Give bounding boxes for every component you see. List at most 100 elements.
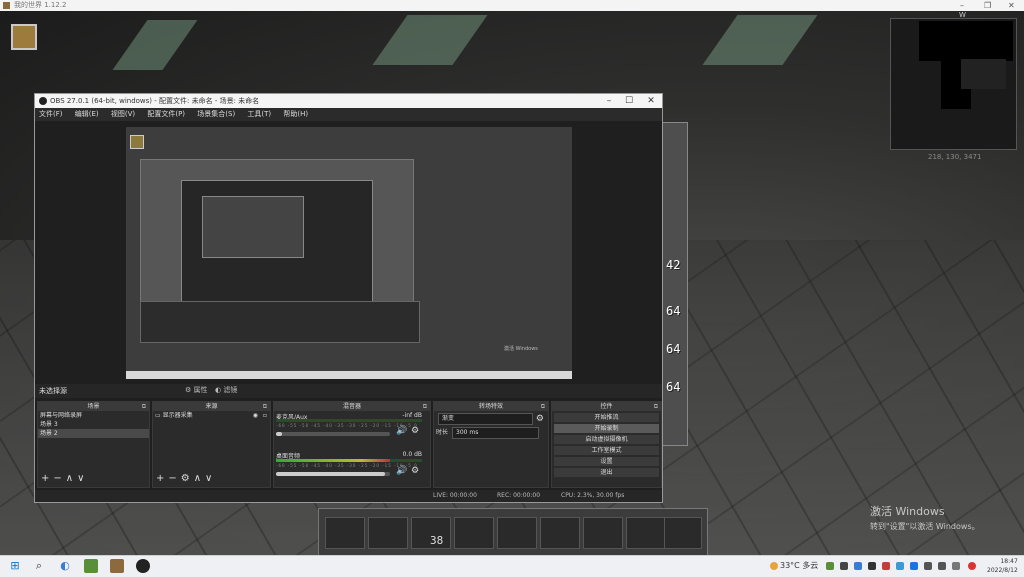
minimize-icon[interactable]: –: [599, 94, 619, 108]
properties-button[interactable]: ⚙ 属性: [181, 385, 212, 396]
scene-toolbar[interactable]: +−∧∨: [41, 473, 88, 484]
volume-icon[interactable]: [938, 562, 946, 570]
transition-select[interactable]: 渐变: [438, 413, 533, 425]
obs-status-bar: LIVE: 00:00:00 REC: 00:00:00 CPU: 2.3%, …: [35, 490, 662, 502]
volume-slider[interactable]: [276, 472, 390, 476]
slot-count: 64: [666, 380, 681, 394]
side-inventory: [662, 122, 688, 446]
menu-edit[interactable]: 编辑(E): [75, 110, 99, 118]
volume-slider[interactable]: [276, 432, 390, 436]
tray-app-icon[interactable]: [910, 562, 918, 570]
no-source-label: 未选择源: [39, 387, 67, 395]
sources-title: 来源: [205, 403, 218, 410]
clock-date: 2022/8/12: [987, 567, 1018, 574]
gear-icon[interactable]: ⚙: [411, 426, 419, 436]
game-light: [702, 15, 818, 65]
menu-scene-collection[interactable]: 场景集合(S): [197, 110, 235, 118]
source-toolbar[interactable]: +−⚙∧∨: [156, 473, 216, 484]
close-icon[interactable]: ✕: [1008, 0, 1015, 11]
menu-view[interactable]: 视图(V): [111, 110, 135, 118]
track-db: -inf dB: [402, 412, 422, 419]
maximize-icon[interactable]: ☐: [619, 94, 639, 108]
scenes-dock: 场景 ⧉ 屏幕与网络录屏 场景 3 场景 2 +−∧∨: [37, 401, 150, 488]
search-icon[interactable]: ⌕: [32, 559, 46, 573]
scene-item[interactable]: 屏幕与网络录屏: [38, 411, 149, 420]
live-timer: LIVE: 00:00:00: [433, 492, 477, 499]
wifi-icon[interactable]: [924, 562, 932, 570]
start-streaming-button[interactable]: 开始推流: [554, 413, 659, 422]
dock-settings-icon[interactable]: ⧉: [263, 402, 267, 411]
nested-obs-docks: [140, 301, 420, 343]
minecraft-game-icon[interactable]: [110, 559, 124, 573]
level-meter: [276, 419, 422, 422]
minimize-icon[interactable]: –: [960, 0, 964, 11]
lock-icon[interactable]: ▫: [263, 411, 267, 420]
compass-west: W: [959, 11, 966, 19]
visibility-eye-icon[interactable]: ◉: [253, 411, 258, 420]
dock-settings-icon[interactable]: ⧉: [423, 402, 427, 411]
clock[interactable]: 18:47 2022/8/12: [987, 557, 1018, 575]
activate-title: 激活 Windows: [870, 505, 945, 518]
windows-start-icon[interactable]: ⊞: [8, 559, 22, 573]
gear-icon[interactable]: ⚙: [536, 413, 544, 425]
game-light: [372, 15, 488, 65]
bluetooth-icon[interactable]: [896, 562, 904, 570]
microphone-icon[interactable]: [868, 562, 876, 570]
mixer-title: 混音器: [342, 403, 361, 410]
duration-input[interactable]: 300 ms: [452, 427, 539, 439]
menu-profile[interactable]: 配置文件(P): [147, 110, 185, 118]
game-titlebar: 我的世界 1.12.2 – ❐ ✕: [0, 0, 1024, 11]
monitor-icon: ▭: [155, 412, 163, 419]
speaker-icon[interactable]: 🔊: [396, 426, 407, 436]
obs-menubar: 文件(F) 编辑(E) 视图(V) 配置文件(P) 场景集合(S) 工具(T) …: [35, 108, 662, 121]
weather-icon[interactable]: [770, 562, 778, 570]
obs-logo-icon: [39, 97, 47, 105]
minimap: W: [890, 11, 1017, 150]
slot-count: 64: [666, 342, 681, 356]
menu-help[interactable]: 帮助(H): [283, 110, 308, 118]
scene-item[interactable]: 场景 3: [38, 420, 149, 429]
start-virtual-camera-button[interactable]: 启动虚拟摄像机: [554, 435, 659, 444]
obs-taskbar-icon[interactable]: [136, 559, 150, 573]
rec-timer: REC: 00:00:00: [497, 492, 541, 499]
menu-file[interactable]: 文件(F): [39, 110, 63, 118]
speaker-icon[interactable]: 🔊: [396, 466, 407, 476]
dock-settings-icon[interactable]: ⧉: [654, 402, 658, 411]
edge-icon[interactable]: ◐: [58, 559, 72, 573]
controls-title: 控件: [600, 403, 613, 410]
sources-dock: 来源 ⧉ ▭ 显示器采集 ◉ ▫ +−⚙∧∨: [152, 401, 271, 488]
menu-tools[interactable]: 工具(T): [247, 110, 271, 118]
tray-minecraft-icon[interactable]: [826, 562, 834, 570]
source-item[interactable]: ▭ 显示器采集 ◉ ▫: [153, 411, 270, 420]
hotbar-count: 38: [430, 534, 444, 547]
level-meter: [276, 459, 422, 462]
gear-icon[interactable]: ⚙: [411, 466, 419, 476]
preview-canvas[interactable]: 激活 Windows: [126, 127, 572, 379]
mixer-track-desktop: 桌面音频 0.0 dB -60 -55 -50 -45 -40 -35 -30 …: [274, 451, 430, 491]
exit-button[interactable]: 退出: [554, 468, 659, 477]
transitions-title: 转场特效: [478, 403, 503, 410]
tray-app-icon[interactable]: [968, 562, 976, 570]
dock-settings-icon[interactable]: ⧉: [541, 402, 545, 411]
studio-mode-button[interactable]: 工作室模式: [554, 446, 659, 455]
tray-app-icon[interactable]: [882, 562, 890, 570]
start-recording-button[interactable]: 开始录制: [554, 424, 659, 433]
slot-count: 42: [666, 258, 681, 272]
language-icon[interactable]: [952, 562, 960, 570]
scene-item-selected[interactable]: 场景 2: [38, 429, 149, 438]
filters-button[interactable]: ◐ 滤镜: [211, 385, 241, 396]
preview-game-icon: [130, 135, 144, 149]
settings-button[interactable]: 设置: [554, 457, 659, 466]
obs-titlebar: OBS 27.0.1 (64-bit, windows) - 配置文件: 未命名…: [35, 94, 662, 108]
restore-icon[interactable]: ❐: [984, 0, 991, 11]
track-db: 0.0 dB: [402, 451, 422, 458]
coordinates: 218, 130, 3471: [928, 153, 982, 161]
close-icon[interactable]: ✕: [641, 94, 661, 108]
clock-time: 18:47: [1000, 558, 1018, 565]
dock-settings-icon[interactable]: ⧉: [142, 402, 146, 411]
tray-app-icon[interactable]: [854, 562, 862, 570]
tray-app-icon[interactable]: [840, 562, 848, 570]
mixer-track-mic: 麦克风/Aux -inf dB -60 -55 -50 -45 -40 -35 …: [274, 411, 430, 451]
windows-taskbar: ⊞ ⌕ ◐ 33°C 多云 18:47 2022/8/12: [0, 555, 1024, 577]
minecraft-launcher-icon[interactable]: [84, 559, 98, 573]
